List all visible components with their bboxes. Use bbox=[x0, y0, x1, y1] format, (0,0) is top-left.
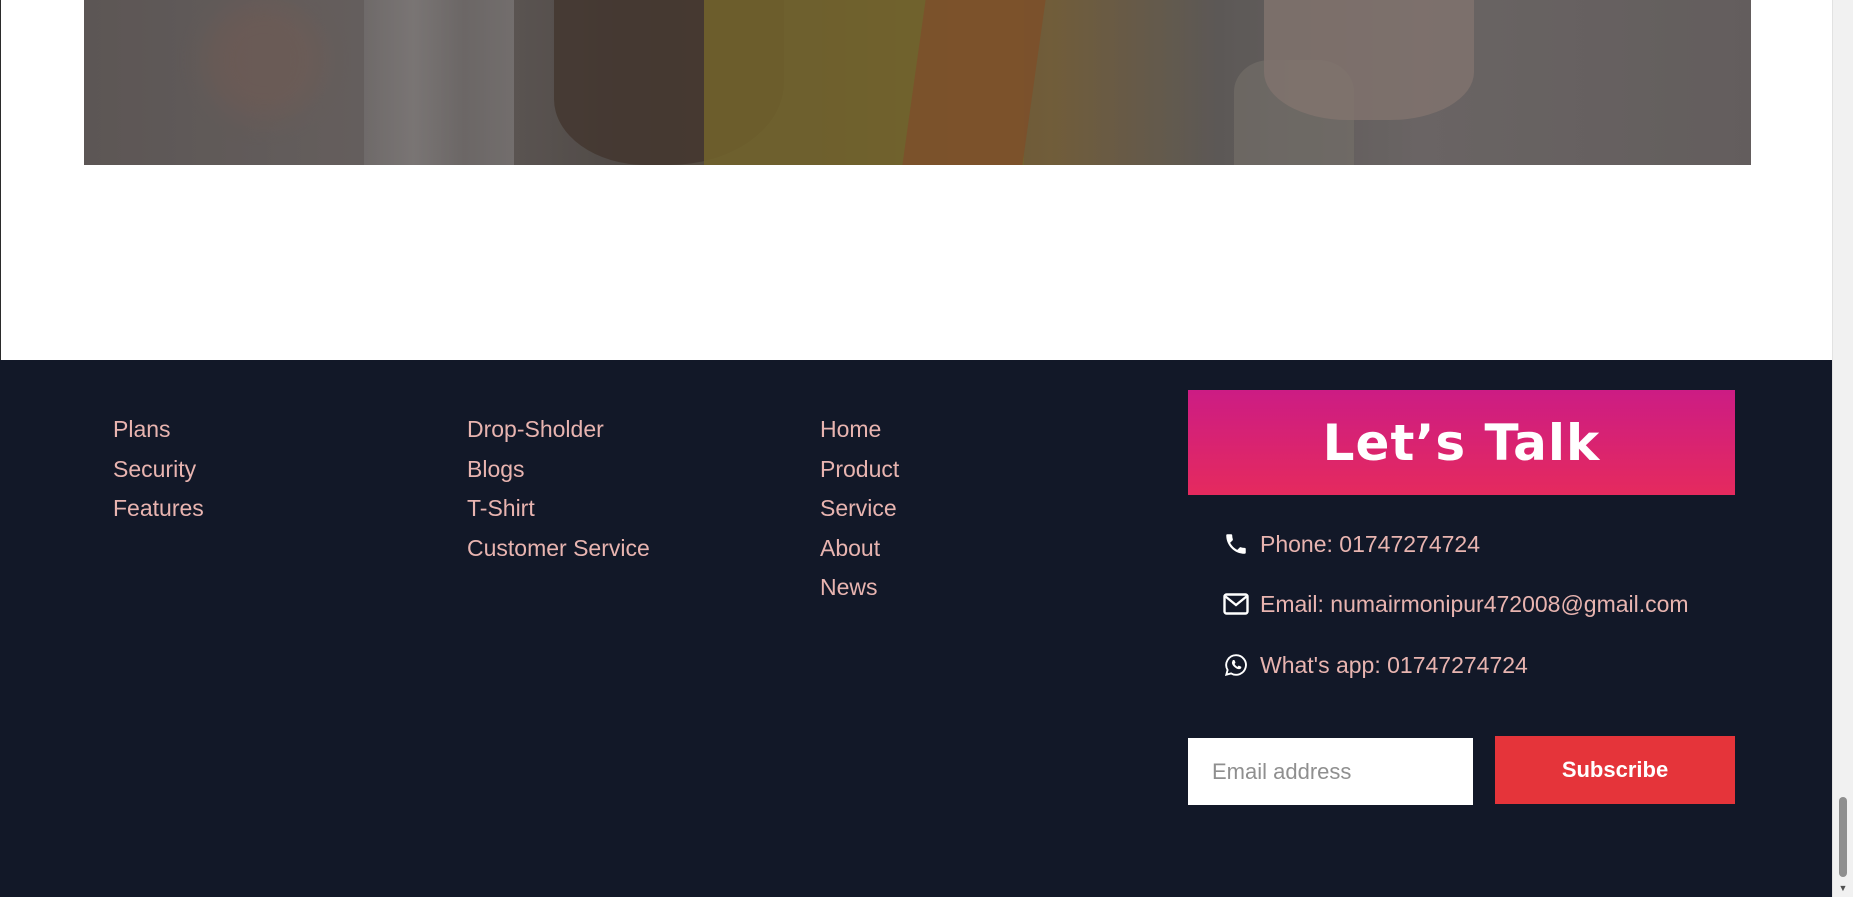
footer-link-home[interactable]: Home bbox=[820, 410, 899, 450]
contact-email: Email: numairmonipur472008@gmail.com bbox=[1222, 590, 1689, 618]
footer-link-blogs[interactable]: Blogs bbox=[467, 450, 650, 490]
hero-image bbox=[84, 0, 1751, 165]
newsletter-email-input[interactable] bbox=[1188, 738, 1473, 805]
whatsapp-icon bbox=[1222, 651, 1250, 679]
footer-link-service[interactable]: Service bbox=[820, 489, 899, 529]
footer-link-news[interactable]: News bbox=[820, 568, 899, 608]
footer-links-column-2: Drop-Sholder Blogs T-Shirt Customer Serv… bbox=[467, 410, 650, 568]
content-area bbox=[0, 0, 1832, 360]
contact-email-text: Email: numairmonipur472008@gmail.com bbox=[1260, 590, 1689, 617]
contact-phone: Phone: 01747274724 bbox=[1222, 530, 1480, 558]
footer-link-customer-service[interactable]: Customer Service bbox=[467, 529, 650, 569]
footer-links-column-1: Plans Security Features bbox=[113, 410, 204, 529]
footer-link-features[interactable]: Features bbox=[113, 489, 204, 529]
footer-link-plans[interactable]: Plans bbox=[113, 410, 204, 450]
footer-links-column-3: Home Product Service About News bbox=[820, 410, 899, 608]
subscribe-button[interactable]: Subscribe bbox=[1495, 736, 1735, 804]
lets-talk-title: Let’s Talk bbox=[1322, 413, 1601, 472]
site-footer: Plans Security Features Drop-Sholder Blo… bbox=[0, 360, 1832, 897]
footer-link-product[interactable]: Product bbox=[820, 450, 899, 490]
lets-talk-banner: Let’s Talk bbox=[1188, 390, 1735, 495]
contact-whatsapp: What's app: 01747274724 bbox=[1222, 651, 1528, 679]
contact-whatsapp-text: What's app: 01747274724 bbox=[1260, 651, 1528, 678]
footer-link-t-shirt[interactable]: T-Shirt bbox=[467, 489, 650, 529]
envelope-icon bbox=[1222, 590, 1250, 618]
footer-link-security[interactable]: Security bbox=[113, 450, 204, 490]
scroll-down-arrow-icon[interactable]: ▼ bbox=[1833, 881, 1853, 895]
phone-icon bbox=[1222, 530, 1250, 558]
contact-phone-text: Phone: 01747274724 bbox=[1260, 530, 1480, 557]
page-scrollbar[interactable]: ▼ bbox=[1832, 0, 1853, 897]
footer-link-about[interactable]: About bbox=[820, 529, 899, 569]
footer-link-drop-sholder[interactable]: Drop-Sholder bbox=[467, 410, 650, 450]
page: Plans Security Features Drop-Sholder Blo… bbox=[0, 0, 1853, 897]
scrollbar-thumb[interactable] bbox=[1839, 797, 1847, 877]
